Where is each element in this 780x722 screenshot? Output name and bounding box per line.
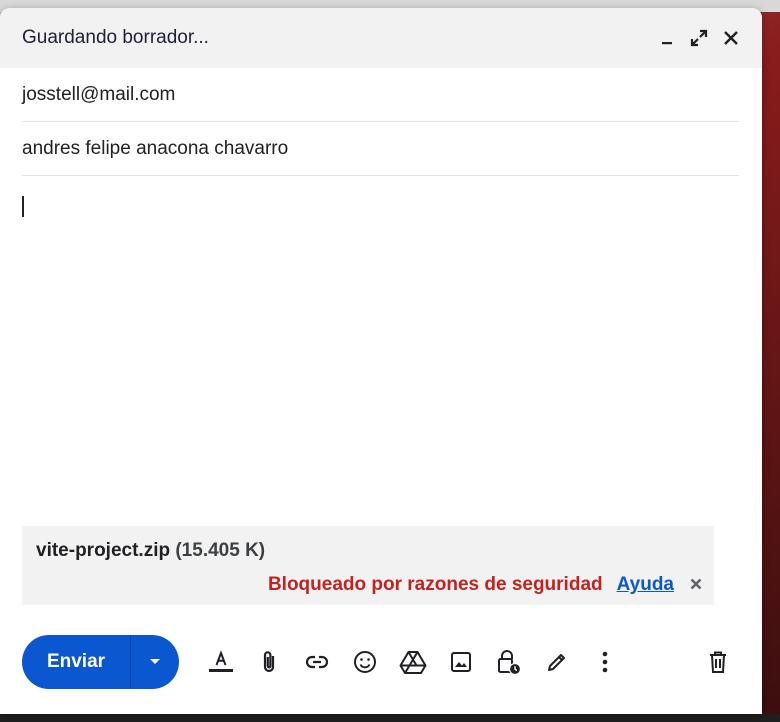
close-icon[interactable] [720, 27, 742, 49]
compose-header[interactable]: Guardando borrador... [0, 8, 762, 68]
attachment-file-size: (15.405 K) [175, 540, 266, 561]
attach-file-icon[interactable] [245, 638, 293, 686]
to-value: josstell@mail.com [22, 83, 176, 105]
expand-icon[interactable] [688, 27, 710, 49]
attachment-file: vite-project.zip (15.405 K) [36, 540, 265, 562]
compose-window: Guardando borrador... josstell@mail.com … [0, 8, 762, 714]
attachment-file-name: vite-project.zip [36, 540, 171, 561]
remove-attachment-icon[interactable] [688, 576, 704, 592]
confidential-mode-icon[interactable] [485, 638, 533, 686]
signature-icon[interactable] [533, 638, 581, 686]
blocked-message: Bloqueado por razones de seguridad [267, 574, 603, 595]
taskbar-edge [0, 714, 780, 722]
minimize-icon[interactable] [656, 27, 678, 49]
formatting-tools [197, 638, 629, 686]
insert-photo-icon[interactable] [437, 638, 485, 686]
emoji-icon[interactable] [341, 638, 389, 686]
window-controls [656, 27, 742, 49]
insert-link-icon[interactable] [293, 638, 341, 686]
subject-field[interactable]: andres felipe anacona chavarro [22, 122, 739, 176]
trash-icon[interactable] [694, 638, 742, 686]
help-link[interactable]: Ayuda [617, 574, 674, 596]
message-body[interactable] [22, 176, 740, 531]
send-button[interactable]: Enviar [22, 635, 130, 689]
arrow-down-icon[interactable] [131, 635, 179, 689]
subject-value: andres felipe anacona chavarro [22, 137, 289, 159]
compose-title: Guardando borrador... [22, 27, 209, 48]
attachment-chip[interactable]: vite-project.zip (15.405 K) Bloqueado po… [22, 526, 714, 605]
attachment-warning: Bloqueado por razones de seguridad Ayuda [268, 574, 674, 596]
format-text-icon[interactable] [197, 638, 245, 686]
google-drive-icon[interactable] [389, 638, 437, 686]
more-options-icon[interactable] [581, 638, 629, 686]
text-cursor [22, 196, 24, 217]
to-field[interactable]: josstell@mail.com [22, 68, 739, 122]
compose-toolbar: Enviar [22, 635, 742, 689]
send-button-group: Enviar [22, 635, 179, 689]
